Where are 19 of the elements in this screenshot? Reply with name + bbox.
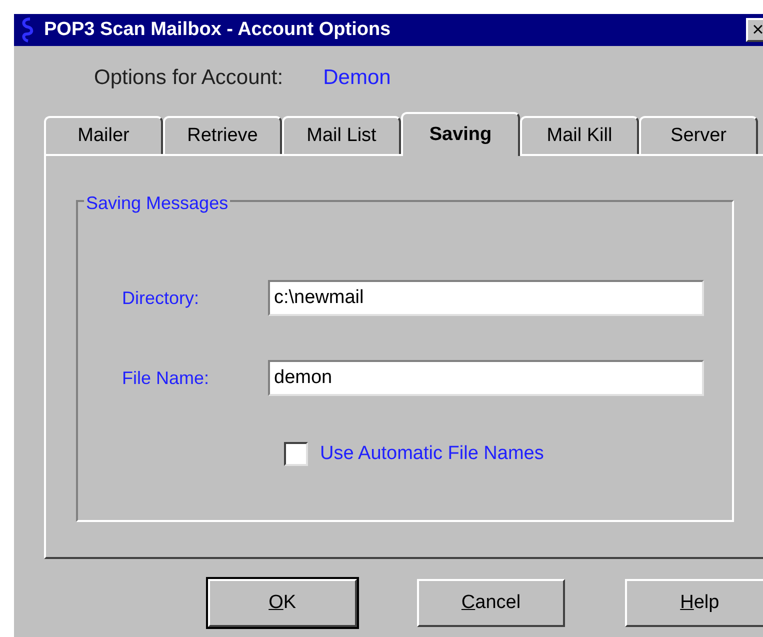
checkbox[interactable] [284, 442, 308, 466]
account-label: Options for Account: [94, 65, 284, 92]
window-title: POP3 Scan Mailbox - Account Options [44, 18, 392, 42]
dialog-button[interactable]: Cancel [416, 579, 566, 627]
tab[interactable]: Saving [401, 112, 520, 156]
tab[interactable]: Server [639, 116, 758, 154]
field-label: Directory: [122, 286, 200, 310]
dialog-button[interactable]: Help [625, 579, 763, 627]
account-name: Demon [323, 65, 391, 92]
tab[interactable]: Mailer [44, 116, 163, 154]
tab[interactable]: Retrieve [163, 116, 282, 154]
checkbox-label: Use Automatic File Names [320, 442, 544, 466]
text-field[interactable]: demon [268, 360, 704, 396]
text-field[interactable]: c:\newmail [268, 280, 704, 316]
close-button[interactable]: × [746, 18, 763, 42]
field-label: File Name: [122, 366, 210, 390]
tab[interactable]: Mail Kill [520, 116, 639, 154]
dialog-button[interactable]: OK [208, 579, 357, 627]
tab[interactable]: Mail List [282, 116, 401, 154]
